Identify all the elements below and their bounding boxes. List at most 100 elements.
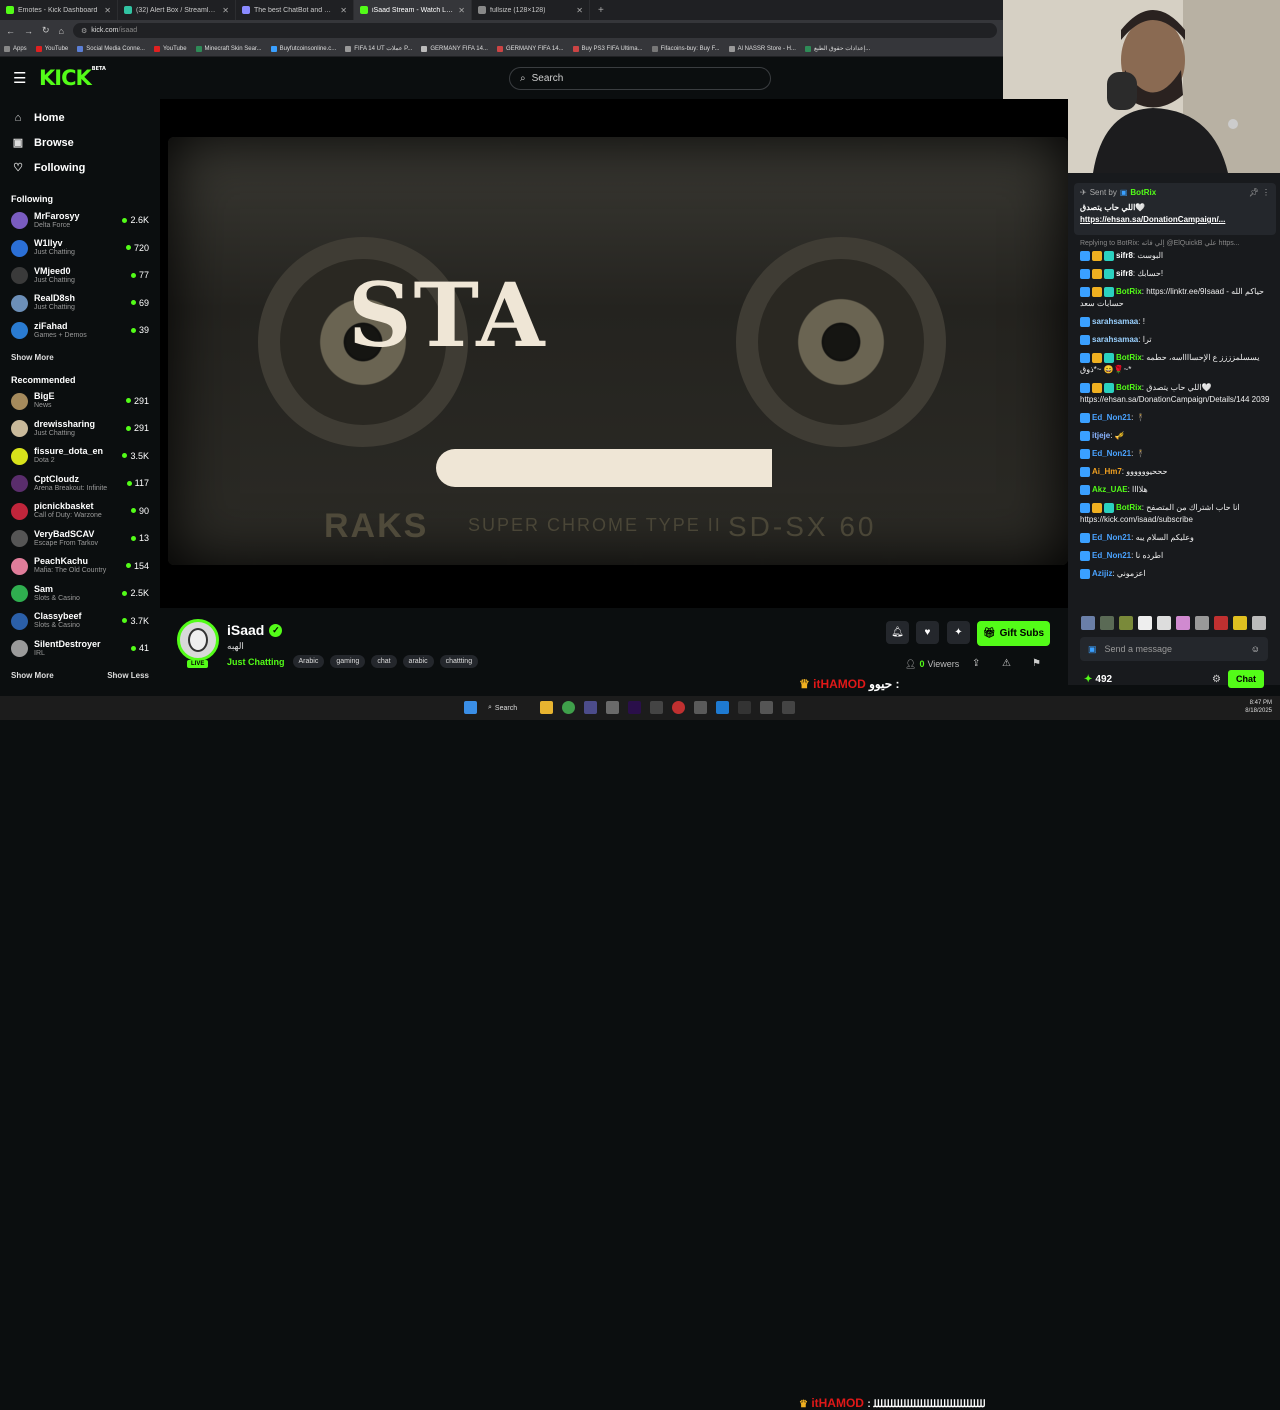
bookmark-item[interactable]: Buy PS3 FIFA Ultima... xyxy=(572,45,643,52)
close-icon[interactable]: ✕ xyxy=(458,6,465,15)
vscode-icon[interactable] xyxy=(716,701,729,714)
bookmark-item[interactable]: Buyfutcoinsonline.c... xyxy=(270,45,336,52)
show-more-following[interactable]: Show More xyxy=(11,353,54,362)
chat-username[interactable]: Ed_Non21 xyxy=(1092,533,1131,542)
bookmark-item[interactable]: Minecraft Skin Sear... xyxy=(195,45,262,52)
bookmark-item[interactable]: YouTube xyxy=(35,45,68,52)
chat-message[interactable]: BotRix: انا حاب اشتراك من المتصفح https:… xyxy=(1080,502,1276,526)
show-less-recommended[interactable]: Show Less xyxy=(107,671,149,680)
file-explorer-icon[interactable] xyxy=(540,701,553,714)
chat-message[interactable]: BotRix: https://linktr.ee/9Isaad - حياكم… xyxy=(1080,286,1276,310)
chat-input[interactable]: ▣ Send a message ☺ xyxy=(1080,637,1268,661)
premiere-icon[interactable] xyxy=(628,701,641,714)
sidebar-item-following[interactable]: ♡ Following xyxy=(0,155,160,180)
browser-tab[interactable]: fullsize (128×128) ✕ xyxy=(472,0,590,20)
emote-icon[interactable] xyxy=(1100,616,1114,630)
pinned-link[interactable]: https://ehsan.sa/DonationCampaign/... xyxy=(1080,215,1270,224)
channel-item[interactable]: Sam Slots & Casino 2.5K xyxy=(0,580,160,608)
pin-icon[interactable]: 📌︎ xyxy=(1249,188,1259,197)
emote-icon[interactable] xyxy=(1138,616,1152,630)
app-icon-12[interactable] xyxy=(782,701,795,714)
channel-item[interactable]: picnickbasket Call of Duty: Warzone 90 xyxy=(0,498,160,526)
channel-item[interactable]: PeachKachu Mafia: The Old Country 154 xyxy=(0,553,160,581)
app-icon-3[interactable] xyxy=(584,701,597,714)
emote-icon[interactable] xyxy=(1214,616,1228,630)
streamer-name[interactable]: iSaad xyxy=(227,622,264,638)
app-icon-10[interactable] xyxy=(738,701,751,714)
chat-message[interactable]: Ed_Non21: وعليكم السلام يبه xyxy=(1080,532,1276,544)
close-icon[interactable]: ✕ xyxy=(104,6,111,15)
app-icon-8[interactable] xyxy=(694,701,707,714)
chat-message[interactable]: BotRix: اللي حاب يتصدق🤍 https://ehsan.sa… xyxy=(1080,382,1276,406)
channel-item[interactable]: VMjeed0 Just Chatting 77 xyxy=(0,262,160,290)
forward-icon[interactable]: → xyxy=(24,26,33,36)
chat-message[interactable]: Ed_Non21: اطرده نا xyxy=(1080,550,1276,562)
bookmark-item[interactable]: Fifacoins-buy: Buy F... xyxy=(651,45,720,52)
chat-message[interactable]: sarahsamaa: ترا xyxy=(1080,334,1276,346)
channel-item[interactable]: MrFarosyy Delta Force 2.6K xyxy=(0,207,160,235)
bookmark-item[interactable]: Social Media Conne... xyxy=(77,45,145,52)
menu-icon[interactable]: ☰ xyxy=(13,69,27,87)
new-tab-icon[interactable]: + xyxy=(598,5,604,16)
windows-start-icon[interactable] xyxy=(464,701,477,714)
chat-username[interactable]: itjeje xyxy=(1092,431,1110,440)
chat-message[interactable]: itjeje: 🎺 xyxy=(1080,430,1276,442)
emote-icon[interactable] xyxy=(1157,616,1171,630)
bookmark-item[interactable]: FIFA 14 UT عملات P... xyxy=(345,45,412,52)
chat-message[interactable]: Azijiz: اعزموني xyxy=(1080,568,1276,580)
chat-message[interactable]: sifr8: حسابك! xyxy=(1080,268,1276,280)
emote-icon[interactable] xyxy=(1081,616,1095,630)
stream-category[interactable]: Just Chatting xyxy=(227,657,285,667)
channel-item[interactable]: ziFahad Games + Demos 39 xyxy=(0,317,160,345)
chat-send-button[interactable]: Chat xyxy=(1228,670,1264,688)
chat-message[interactable]: BotRix: يسسلمزززز ع الإحسااااسه، حطمه ذو… xyxy=(1080,352,1276,376)
channel-item[interactable]: W1llyv Just Chatting 720 xyxy=(0,235,160,263)
home-icon[interactable]: ⌂ xyxy=(59,26,64,36)
chat-username[interactable]: sifr8 xyxy=(1116,251,1133,260)
chat-message[interactable]: Ed_Non21: 🕴 xyxy=(1080,412,1276,424)
browser-tab[interactable]: The best ChatBot and Widgets✕ xyxy=(236,0,354,20)
chat-message[interactable]: Ai_Hm7: حححيوووووو xyxy=(1080,466,1276,478)
sidebar-item-home[interactable]: ⌂ Home xyxy=(0,105,160,130)
taskbar-search[interactable]: ⌕ Search xyxy=(488,701,534,715)
stream-tag[interactable]: arabic xyxy=(402,655,434,668)
more-icon[interactable]: ⋮ xyxy=(1262,188,1270,197)
emoji-icon[interactable]: ☺ xyxy=(1251,644,1260,654)
channel-icon[interactable]: ⚑ xyxy=(1032,658,1041,669)
chat-username[interactable]: sarahsamaa xyxy=(1092,335,1138,344)
sidebar-item-browse[interactable]: ▣ Browse xyxy=(0,130,160,155)
chat-username[interactable]: BotRix xyxy=(1116,503,1142,512)
search-input[interactable]: ⌕ Search xyxy=(509,67,771,90)
chat-username[interactable]: Ed_Non21 xyxy=(1092,449,1131,458)
address-bar[interactable]: ⚙ kick.com/isaad xyxy=(72,23,997,38)
emote-icon[interactable] xyxy=(1176,616,1190,630)
browser-tab[interactable]: iSaad Stream - Watch Live on K✕ xyxy=(354,0,472,20)
channel-item[interactable]: Classybeef Slots & Casino 3.7K xyxy=(0,608,160,636)
emote-icon[interactable] xyxy=(1252,616,1266,630)
emote-icon[interactable] xyxy=(1119,616,1133,630)
chat-username[interactable]: Ai_Hm7 xyxy=(1092,467,1122,476)
chat-username[interactable]: Ed_Non21 xyxy=(1092,413,1131,422)
follow-button[interactable]: ♥ xyxy=(916,621,939,644)
emote-icon[interactable] xyxy=(1195,616,1209,630)
channel-item[interactable]: SilentDestroyer IRL 41 xyxy=(0,635,160,663)
bookmark-item[interactable]: GERMANY FIFA 14... xyxy=(421,45,488,52)
channel-item[interactable]: VeryBadSCAV Escape From Tarkov 13 xyxy=(0,525,160,553)
channel-item[interactable]: CptCloudz Arena Breakout: Infinite 117 xyxy=(0,470,160,498)
stream-tag[interactable]: gaming xyxy=(330,655,366,668)
gift-subs-button[interactable]: 🎁︎ Gift Subs xyxy=(977,621,1050,646)
channel-points[interactable]: ✦ 492 xyxy=(1084,674,1112,685)
clip-button[interactable]: ✦ xyxy=(947,621,970,644)
close-icon[interactable]: ✕ xyxy=(222,6,229,15)
stream-tag[interactable]: chattting xyxy=(439,655,479,668)
app-icon-4[interactable] xyxy=(606,701,619,714)
bookmark-item[interactable]: Apps xyxy=(4,45,27,52)
bookmark-item[interactable]: YouTube xyxy=(153,45,187,52)
app-icon-7[interactable] xyxy=(672,701,685,714)
stream-tag[interactable]: Arabic xyxy=(292,655,325,668)
chat-message[interactable]: Ed_Non21: 🕴 xyxy=(1080,448,1276,460)
reload-icon[interactable]: ↻ xyxy=(42,25,50,36)
notifications-button[interactable]: 🔔︎ xyxy=(886,621,909,644)
settings-icon[interactable]: ⚙ xyxy=(1212,674,1221,685)
close-icon[interactable]: ✕ xyxy=(340,6,347,15)
